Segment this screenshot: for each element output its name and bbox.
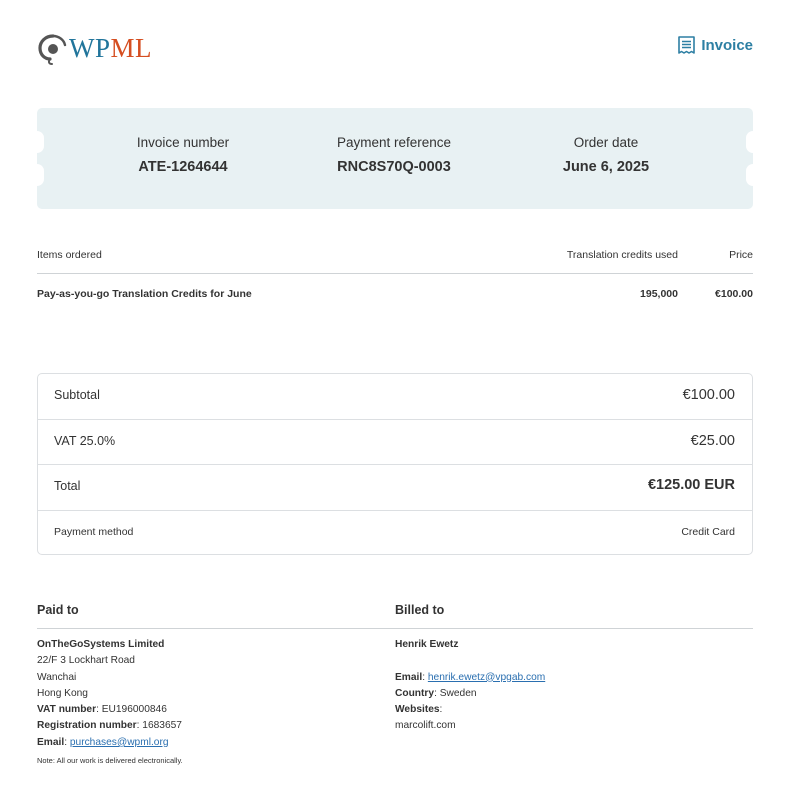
paid-to-vat: VAT number: EU196000846 [37, 704, 167, 716]
payment-method-value: Credit Card [681, 526, 735, 538]
payment-method-label: Payment method [54, 526, 134, 538]
ticket-notch [746, 131, 760, 153]
items-table-header: Items ordered Translation credits used P… [37, 246, 753, 274]
paid-to-registration: Registration number: 1683657 [37, 720, 182, 732]
parties-header: Paid to Billed to [37, 603, 753, 629]
wpml-logo-text: WPML [69, 33, 153, 63]
wpml-logo: WPML [37, 30, 152, 66]
subtotal-value: €100.00 [682, 387, 735, 403]
paid-to-email: Email: purchases@wpml.org [37, 736, 169, 748]
invoice-number-value: ATE-1264644 [138, 159, 228, 175]
totals-box: Subtotal €100.00 VAT 25.0% €25.00 Total … [37, 373, 753, 555]
total-value: €125.00 EUR [647, 477, 735, 493]
parties-section: Paid to Billed to OnTheGoSystems Limited… [37, 603, 753, 748]
total-label: Total [54, 479, 81, 493]
order-date-label: Order date [573, 135, 639, 150]
paid-to-heading: Paid to [37, 603, 79, 617]
order-date-block: Order date June 6, 2025 [506, 135, 706, 175]
wpml-logo-icon [38, 34, 67, 65]
credits-used-header: Translation credits used [566, 249, 678, 261]
billed-to-name: Henrik Ewetz [395, 639, 459, 650]
invoice-number-block: Invoice number ATE-1264644 [83, 135, 283, 175]
document-type-label: Invoice [701, 37, 753, 54]
subtotal-row: Subtotal €100.00 [38, 374, 752, 420]
order-date-value: June 6, 2025 [562, 159, 650, 175]
vat-label: VAT 25.0% [54, 434, 116, 448]
payment-reference-value: RNC8S70Q-0003 [337, 159, 451, 175]
paid-to-company: OnTheGoSystems Limited [37, 639, 165, 650]
invoice-summary-band: Invoice number ATE-1264644 Payment refer… [30, 108, 760, 209]
ticket-notch [30, 164, 44, 186]
paid-to-address-line: 22/F 3 Lockhart Road [37, 655, 135, 667]
billed-to-heading: Billed to [395, 603, 445, 617]
billed-to-details: Henrik Ewetz Email: henrik.ewetz@vpgab.c… [395, 637, 545, 735]
subtotal-label: Subtotal [54, 388, 100, 402]
total-row: Total €125.00 EUR [38, 465, 752, 511]
invoice-number-label: Invoice number [136, 135, 230, 150]
billed-to-email: Email: henrik.ewetz@vpgab.com [395, 671, 546, 683]
item-credits: 195,000 [640, 288, 678, 300]
vat-value: €25.00 [690, 433, 735, 449]
payment-reference-label: Payment reference [336, 135, 452, 150]
ticket-notch [30, 131, 44, 153]
delivery-note: Note: All our work is delivered electron… [37, 756, 183, 765]
billed-to-websites: Websites: [395, 704, 443, 716]
vat-row: VAT 25.0% €25.00 [38, 420, 752, 465]
paid-to-email-link[interactable]: purchases@wpml.org [70, 737, 169, 748]
billed-to-country: Country: Sweden [395, 687, 477, 699]
item-name: Pay-as-you-go Translation Credits for Ju… [37, 288, 252, 300]
price-header: Price [729, 249, 753, 261]
receipt-icon [678, 36, 696, 54]
paid-to-address-line: Hong Kong [37, 687, 88, 699]
billed-to-email-link[interactable]: henrik.ewetz@vpgab.com [428, 672, 545, 683]
items-ordered-header: Items ordered [37, 249, 102, 261]
document-type: Invoice [677, 36, 753, 55]
payment-reference-block: Payment reference RNC8S70Q-0003 [294, 135, 494, 175]
ticket-notch [746, 164, 760, 186]
item-price: €100.00 [715, 288, 753, 300]
items-table: Items ordered Translation credits used P… [37, 246, 753, 314]
table-row: Pay-as-you-go Translation Credits for Ju… [37, 274, 753, 314]
payment-method-row: Payment method Credit Card [38, 511, 752, 555]
invoice-header: WPML Invoice [37, 30, 753, 66]
billed-to-website: marcolift.com [395, 720, 456, 732]
paid-to-address-line: Wanchai [37, 671, 77, 683]
paid-to-details: OnTheGoSystems Limited 22/F 3 Lockhart R… [37, 637, 182, 751]
